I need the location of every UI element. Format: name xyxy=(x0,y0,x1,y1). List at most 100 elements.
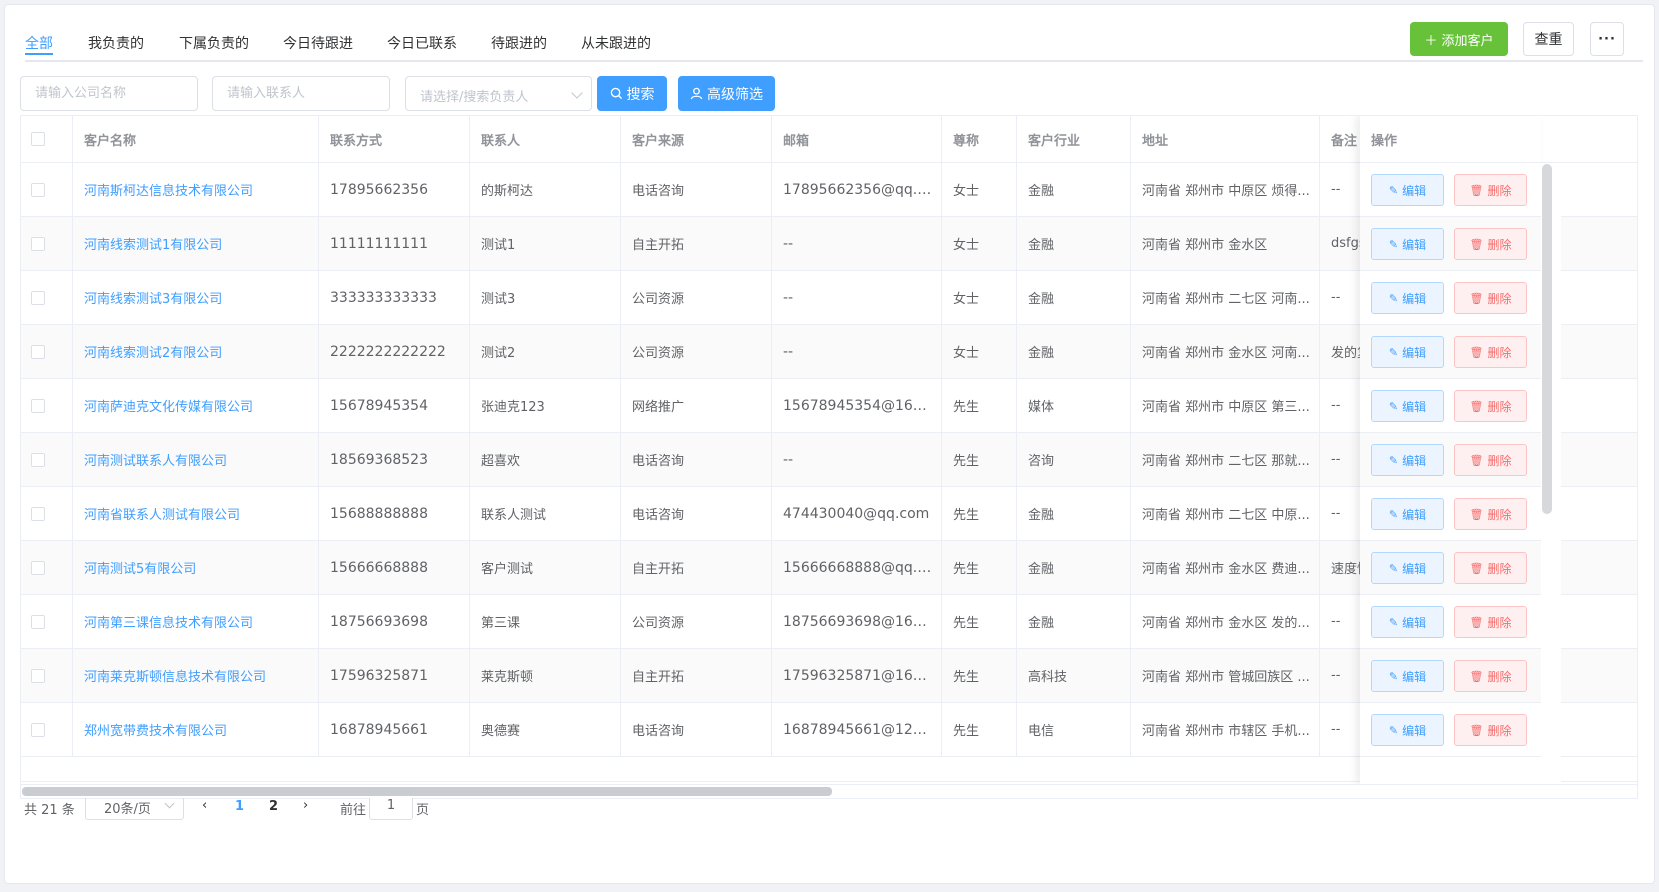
address-cell: 河南省 郑州市 金水区 发的... xyxy=(1131,595,1320,648)
customer-name-link[interactable]: 河南莱克斯顿信息技术有限公司 xyxy=(73,649,319,702)
remark-cell-text: -- xyxy=(1331,668,1341,683)
phone-cell: 17596325871 xyxy=(319,649,470,702)
customer-name-link-text: 河南测试联系人有限公司 xyxy=(84,454,228,469)
edit-icon: ✎ xyxy=(1388,399,1399,413)
edit-button[interactable]: ✎ 编辑 xyxy=(1371,714,1444,746)
customer-table: 客户名称 联系方式 联系人 客户来源 邮箱 尊称 客户行业 地址 备注 河南斯柯… xyxy=(20,115,1638,799)
tab-never-followed[interactable]: 从未跟进的 xyxy=(581,33,651,53)
edit-button[interactable]: ✎ 编辑 xyxy=(1371,498,1444,530)
search-button[interactable]: 搜索 xyxy=(597,76,667,111)
delete-button[interactable]: 🗑 删除 xyxy=(1454,606,1527,638)
delete-button[interactable]: 🗑 删除 xyxy=(1454,498,1527,530)
actions-row: ✎ 编辑 🗑 删除 xyxy=(1360,703,1541,757)
next-page-button[interactable]: › xyxy=(303,798,308,813)
email-cell-text: -- xyxy=(783,343,794,360)
source-cell-text: 电话咨询 xyxy=(632,184,685,199)
row-select-cell xyxy=(21,433,73,486)
tab-today-pending[interactable]: 今日待跟进 xyxy=(283,33,353,53)
customer-name-link[interactable]: 郑州宽带费技术有限公司 xyxy=(73,703,319,756)
horizontal-scrollbar-thumb[interactable] xyxy=(22,787,832,796)
contact-input[interactable] xyxy=(212,76,390,111)
email-cell: 18756693698@163.c... xyxy=(772,595,942,648)
advanced-filter-button[interactable]: 高级筛选 xyxy=(678,76,775,111)
add-customer-button[interactable]: ＋ 添加客户 xyxy=(1410,22,1508,56)
edit-button[interactable]: ✎ 编辑 xyxy=(1371,228,1444,260)
address-cell-text: 河南省 郑州市 二七区 河南... xyxy=(1142,292,1310,307)
customer-name-link[interactable]: 河南斯柯达信息技术有限公司 xyxy=(73,163,319,216)
edit-button[interactable]: ✎ 编辑 xyxy=(1371,552,1444,584)
tab-bar: 全部 我负责的 下属负责的 今日待跟进 今日已联系 待跟进的 从未跟进的 xyxy=(25,5,1643,62)
contact-cell-text: 的斯柯达 xyxy=(481,184,534,199)
edit-button[interactable]: ✎ 编辑 xyxy=(1371,606,1444,638)
edit-button[interactable]: ✎ 编辑 xyxy=(1371,390,1444,422)
column-header-title: 尊称 xyxy=(942,116,1017,162)
customer-name-link[interactable]: 河南第三课信息技术有限公司 xyxy=(73,595,319,648)
edit-button[interactable]: ✎ 编辑 xyxy=(1371,336,1444,368)
delete-button[interactable]: 🗑 删除 xyxy=(1454,444,1527,476)
vertical-scrollbar-thumb[interactable] xyxy=(1542,164,1552,514)
delete-button[interactable]: 🗑 删除 xyxy=(1454,336,1527,368)
address-cell: 河南省 郑州市 二七区 中原... xyxy=(1131,487,1320,540)
edit-icon: ✎ xyxy=(1388,507,1399,521)
remark-cell-text: -- xyxy=(1331,614,1341,629)
customer-name-link[interactable]: 河南省联系人测试有限公司 xyxy=(73,487,319,540)
select-all-checkbox[interactable] xyxy=(31,132,45,146)
industry-cell: 金融 xyxy=(1017,163,1131,216)
row-checkbox[interactable] xyxy=(31,344,45,359)
row-checkbox[interactable] xyxy=(31,506,45,521)
email-cell-text: 17895662356@qq.com xyxy=(783,181,941,198)
row-checkbox[interactable] xyxy=(31,236,45,251)
edit-button[interactable]: ✎ 编辑 xyxy=(1371,282,1444,314)
row-checkbox[interactable] xyxy=(31,668,45,683)
industry-cell-text: 电信 xyxy=(1028,724,1055,739)
delete-button[interactable]: 🗑 删除 xyxy=(1454,174,1527,206)
edit-button[interactable]: ✎ 编辑 xyxy=(1371,660,1444,692)
industry-cell: 咨询 xyxy=(1017,433,1131,486)
more-options-button[interactable]: ··· xyxy=(1590,22,1624,56)
tab-all[interactable]: 全部 xyxy=(25,33,53,55)
customer-name-link[interactable]: 河南测试5有限公司 xyxy=(73,541,319,594)
customer-name-link[interactable]: 河南线索测试2有限公司 xyxy=(73,325,319,378)
edit-button[interactable]: ✎ 编辑 xyxy=(1371,174,1444,206)
actions-row: ✎ 编辑 🗑 删除 xyxy=(1360,379,1541,433)
tab-pending[interactable]: 待跟进的 xyxy=(491,33,547,53)
delete-button[interactable]: 🗑 删除 xyxy=(1454,714,1527,746)
delete-button[interactable]: 🗑 删除 xyxy=(1454,282,1527,314)
duplicate-check-button[interactable]: 查重 xyxy=(1523,22,1574,56)
delete-label: 删除 xyxy=(1487,183,1512,198)
edit-button[interactable]: ✎ 编辑 xyxy=(1371,444,1444,476)
customer-name-link[interactable]: 河南线索测试3有限公司 xyxy=(73,271,319,324)
row-checkbox[interactable] xyxy=(31,290,45,305)
row-checkbox[interactable] xyxy=(31,614,45,629)
delete-button[interactable]: 🗑 删除 xyxy=(1454,660,1527,692)
phone-cell: 15678945354 xyxy=(319,379,470,432)
company-name-input[interactable] xyxy=(20,76,198,111)
delete-button[interactable]: 🗑 删除 xyxy=(1454,228,1527,260)
customer-name-link[interactable]: 河南线索测试1有限公司 xyxy=(73,217,319,270)
row-checkbox[interactable] xyxy=(31,452,45,467)
row-checkbox[interactable] xyxy=(31,722,45,737)
page-2[interactable]: 2 xyxy=(269,799,278,814)
row-checkbox[interactable] xyxy=(31,398,45,413)
title-cell: 女士 xyxy=(942,163,1017,216)
delete-button[interactable]: 🗑 删除 xyxy=(1454,390,1527,422)
tab-mine[interactable]: 我负责的 xyxy=(88,33,144,53)
delete-button[interactable]: 🗑 删除 xyxy=(1454,552,1527,584)
owner-select[interactable]: 请选择/搜索负责人 xyxy=(405,76,592,111)
edit-icon: ✎ xyxy=(1388,561,1399,575)
row-checkbox[interactable] xyxy=(31,560,45,575)
row-checkbox[interactable] xyxy=(31,182,45,197)
column-header-industry: 客户行业 xyxy=(1017,116,1131,162)
prev-page-button[interactable]: ‹ xyxy=(202,798,207,813)
tab-today-contacted[interactable]: 今日已联系 xyxy=(387,33,457,53)
delete-label: 删除 xyxy=(1487,669,1512,684)
page-1[interactable]: 1 xyxy=(235,799,244,814)
email-cell-text: -- xyxy=(783,451,794,468)
title-cell: 先生 xyxy=(942,595,1017,648)
address-cell: 河南省 郑州市 中原区 第三... xyxy=(1131,379,1320,432)
customer-name-link[interactable]: 河南测试联系人有限公司 xyxy=(73,433,319,486)
tab-subordinate[interactable]: 下属负责的 xyxy=(179,33,249,53)
customer-name-link[interactable]: 河南萨迪克文化传媒有限公司 xyxy=(73,379,319,432)
actions-row: ✎ 编辑 🗑 删除 xyxy=(1360,649,1541,703)
row-select-cell xyxy=(21,487,73,540)
